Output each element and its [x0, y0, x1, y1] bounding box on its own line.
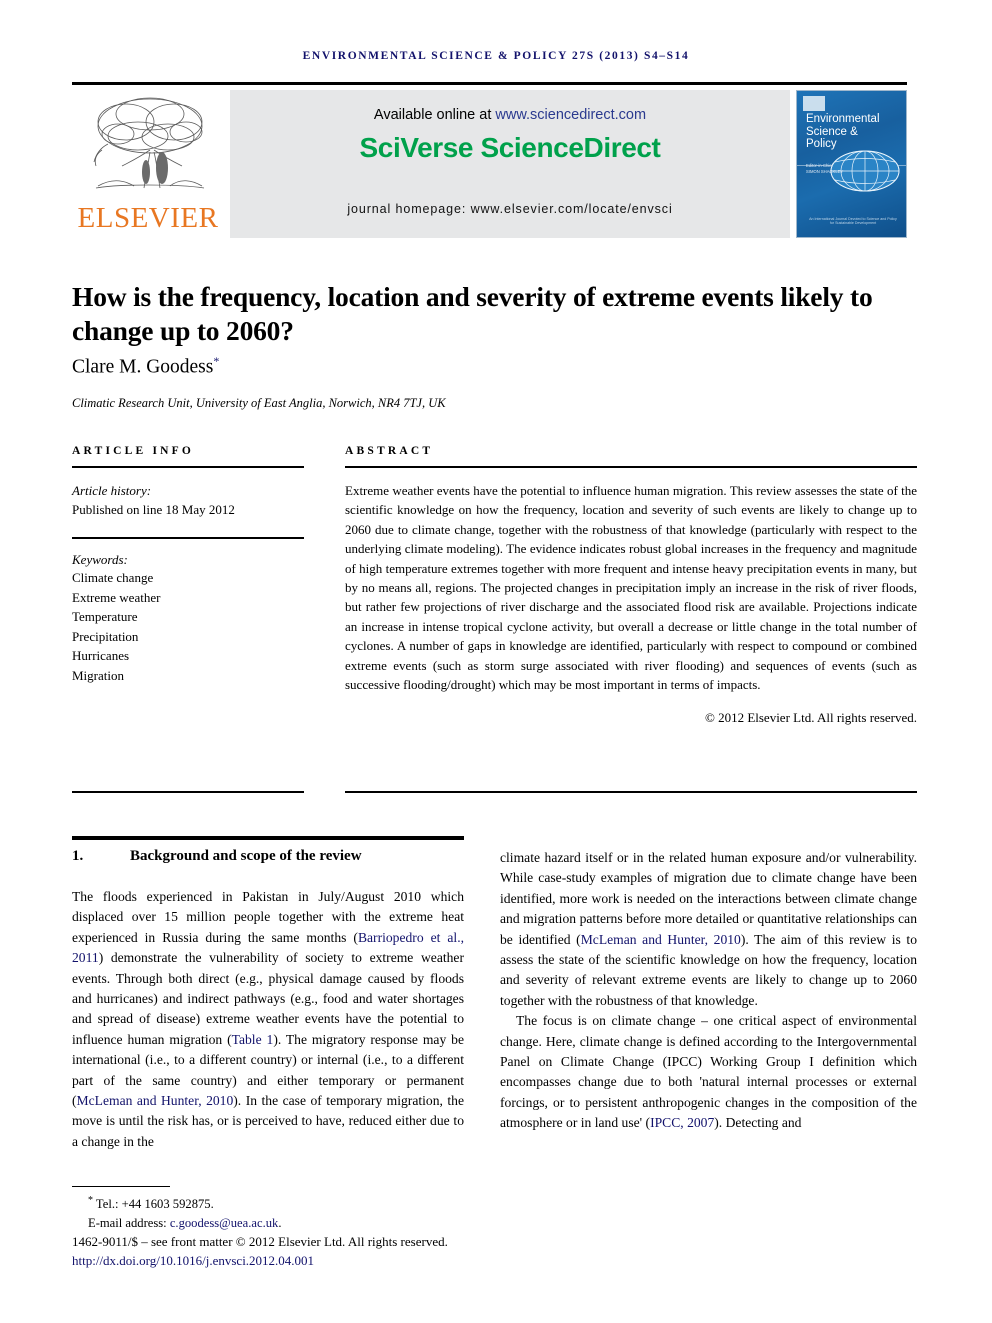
elsevier-wordmark: ELSEVIER — [77, 202, 219, 234]
abstract-text: Extreme weather events have the potentia… — [345, 483, 917, 693]
issn-front-matter: 1462-9011/$ – see front matter © 2012 El… — [72, 1234, 448, 1249]
citation-link[interactable]: Table 1 — [232, 1032, 274, 1047]
cover-footer-text: An International Journal Devoted to Scie… — [809, 217, 897, 225]
list-item: Precipitation — [72, 628, 139, 644]
journal-homepage-line[interactable]: journal homepage: www.elsevier.com/locat… — [230, 202, 790, 216]
footnote-email: E-mail address: c.goodess@uea.ac.uk. — [72, 1214, 632, 1233]
paragraph: climate hazard itself or in the related … — [500, 850, 918, 1008]
abstract-rule — [345, 466, 917, 468]
paragraph: The floods experienced in Pakistan in Ju… — [72, 889, 464, 1149]
masthead-top-rule — [72, 82, 907, 85]
article-history-value: Published on line 18 May 2012 — [72, 502, 235, 517]
list-item: Temperature — [72, 609, 138, 624]
list-item: Migration — [72, 667, 124, 683]
running-head: environmental science & policy 27s (2013… — [302, 50, 690, 62]
abstract-copyright: © 2012 Elsevier Ltd. All rights reserved… — [704, 710, 917, 726]
article-info-column: ARTICLE INFO Article history: Published … — [72, 445, 304, 685]
citation-link[interactable]: IPCC, 2007 — [650, 1115, 714, 1130]
abstract-bottom-rule — [345, 791, 917, 794]
abstract-heading: ABSTRACT — [345, 445, 434, 457]
citation-link[interactable]: Barriopedro et al., 2011 — [72, 930, 464, 965]
author-label: Clare M. Goodess — [72, 356, 214, 378]
footnote-email-address[interactable]: c.goodess@uea.ac.uk — [170, 1216, 278, 1230]
author-affiliation: Climatic Research Unit, University of Ea… — [72, 396, 446, 410]
article-info-rule — [72, 466, 304, 468]
abstract-column: ABSTRACT Extreme weather events have the… — [345, 445, 917, 726]
elsevier-logo-block: ELSEVIER — [72, 90, 224, 238]
footnote-marker: * — [88, 1195, 93, 1206]
footnote-email-label: E-mail address: — [88, 1216, 170, 1231]
page-title: How is the frequency, location and sever… — [72, 281, 873, 347]
section-top-rule — [72, 836, 464, 840]
cover-elsevier-mark-icon — [803, 96, 825, 111]
sciverse-sciencedirect-logo: SciVerse ScienceDirect — [359, 132, 661, 163]
available-online-line: Available online at www.sciencedirect.co… — [230, 107, 790, 123]
article-info-heading: ARTICLE INFO — [72, 445, 195, 457]
sciencedirect-banner: Available online at www.sciencedirect.co… — [230, 90, 790, 238]
article-info-bottom-rule — [72, 791, 304, 793]
author-name: Clare M. Goodess* — [72, 354, 917, 379]
article-history-label: Article history: — [72, 483, 152, 498]
article-page: environmental science & policy 27s (2013… — [0, 0, 992, 1323]
citation-link[interactable]: McLeman and Hunter, 2010 — [581, 932, 741, 947]
sciencedirect-url[interactable]: www.sciencedirect.com — [495, 107, 646, 123]
footnote-block: * Tel.: +44 1603 592875. E-mail address:… — [72, 1191, 632, 1233]
front-matter-block: 1462-9011/$ – see front matter © 2012 El… — [72, 1232, 672, 1270]
article-history: Article history: Published on line 18 Ma… — [72, 481, 304, 519]
available-online-prefix: Available online at — [373, 107, 496, 123]
author-corresponding-marker: * — [213, 354, 220, 368]
list-item: Extreme weather — [72, 589, 161, 605]
cover-editor-credit: Editor-in-Chief SIMON SHACKLEY — [806, 163, 846, 175]
cover-editor-name: SIMON SHACKLEY — [806, 169, 844, 174]
keywords-rule — [72, 537, 304, 539]
cover-title: Environmental Science & Policy — [806, 113, 902, 151]
elsevier-tree-icon — [93, 97, 205, 189]
cover-title-line1: Environmental — [806, 113, 880, 125]
footnote-tel-text: Tel.: +44 1603 592875. — [95, 1197, 214, 1212]
citation-link[interactable]: McLeman and Hunter, 2010 — [77, 1093, 234, 1108]
keywords-list: Climate change Extreme weather Temperatu… — [72, 568, 304, 685]
masthead: ELSEVIER Available online at www.science… — [72, 90, 907, 238]
cover-title-line2: Science & — [806, 125, 858, 138]
footnote-tel: * Tel.: +44 1603 592875. — [72, 1191, 632, 1214]
keywords-label: Keywords: — [72, 552, 128, 567]
body-column-left: 1. Background and scope of the review Th… — [72, 848, 464, 1152]
footnote-email-suffix: . — [278, 1216, 282, 1231]
section-number: 1. — [72, 848, 84, 864]
journal-cover-thumbnail: Environmental Science & Policy Editor-in… — [796, 90, 907, 238]
footnote-rule — [72, 1186, 170, 1188]
body-column-right: climate hazard itself or in the related … — [500, 848, 917, 1134]
list-item: Hurricanes — [72, 648, 130, 663]
paragraph: The focus is on climate change – one cri… — [500, 1013, 917, 1131]
section-heading: 1. Background and scope of the review — [72, 848, 464, 865]
list-item: Climate change — [72, 570, 154, 585]
section-title: Background and scope of the review — [130, 848, 362, 864]
doi-link[interactable]: http://dx.doi.org/10.1016/j.envsci.2012.… — [72, 1251, 672, 1270]
